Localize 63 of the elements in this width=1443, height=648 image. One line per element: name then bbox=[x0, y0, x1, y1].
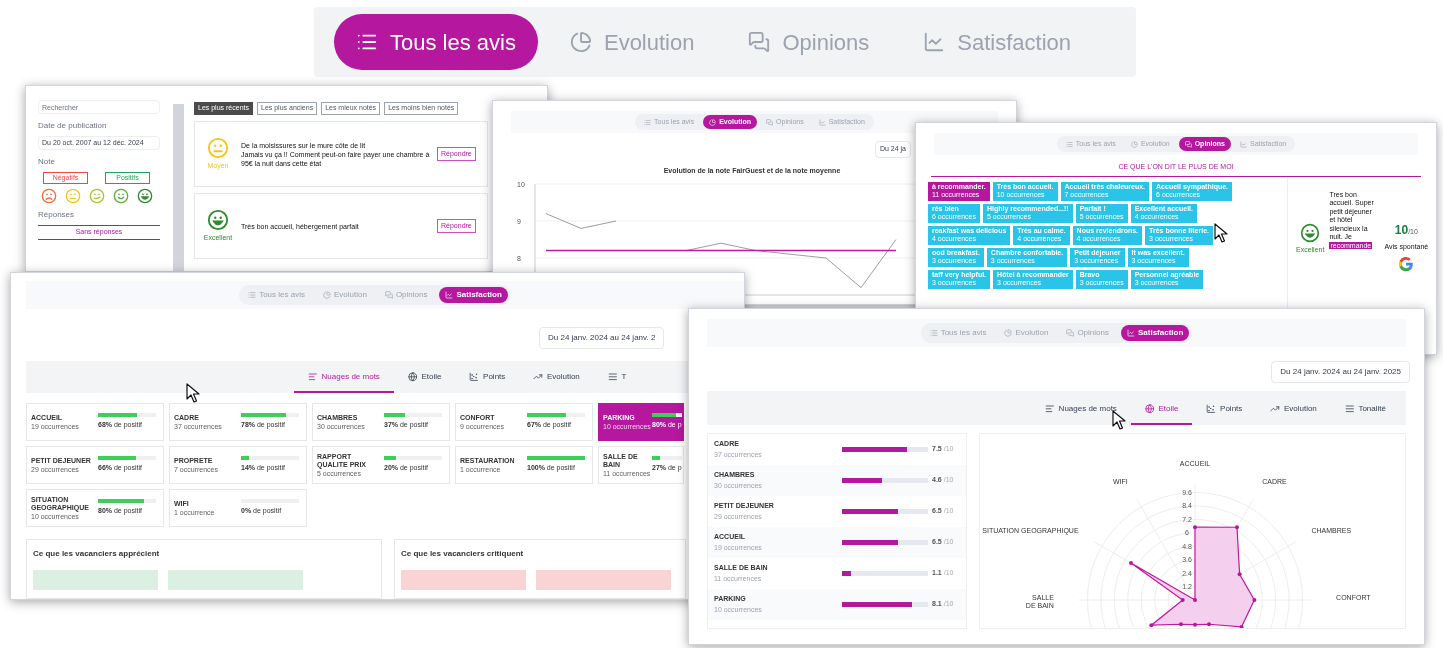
bars-icon bbox=[1344, 404, 1355, 414]
bars-icon bbox=[1045, 404, 1055, 414]
filter-label: Note bbox=[38, 156, 56, 168]
tab[interactable]: Satisfaction bbox=[439, 287, 508, 304]
scatter-chart-icon bbox=[469, 372, 480, 382]
list-icon bbox=[644, 118, 652, 126]
pie-chart-icon bbox=[1130, 140, 1138, 148]
chat-bubbles-icon bbox=[766, 118, 774, 126]
pie-chart-icon bbox=[569, 31, 592, 53]
tab[interactable]: Satisfaction bbox=[1120, 325, 1190, 341]
list-icon bbox=[248, 291, 257, 300]
data-point bbox=[1237, 572, 1242, 577]
filter-label: Réponses bbox=[38, 209, 76, 221]
list-icon bbox=[1065, 140, 1073, 148]
view-tab[interactable]: T bbox=[593, 371, 641, 393]
bars-icon bbox=[308, 372, 318, 382]
pie-chart-icon bbox=[709, 118, 717, 126]
view-tab[interactable]: Evolution bbox=[1256, 403, 1331, 425]
date-field[interactable]: Du 24 janv. 2024 au 24 janv. 2025 bbox=[1271, 361, 1410, 383]
pie-chart-icon bbox=[322, 291, 331, 300]
panel-title: Ce que les vacanciers apprécient bbox=[33, 548, 161, 560]
chat-bubbles-icon bbox=[1066, 329, 1075, 337]
view-tab[interactable]: Evolution bbox=[519, 371, 594, 393]
line-chart-icon bbox=[1126, 329, 1135, 337]
globe-icon bbox=[407, 372, 418, 382]
view-tab[interactable]: Etoile bbox=[1130, 403, 1193, 425]
list-icon bbox=[929, 329, 938, 337]
line-chart-icon bbox=[1240, 140, 1247, 148]
view-tab[interactable]: Nuages de mots bbox=[1031, 403, 1131, 425]
data-point bbox=[1252, 598, 1257, 602]
chat-bubbles-icon bbox=[384, 291, 393, 300]
view-tab[interactable]: Nuages de mots bbox=[294, 371, 394, 393]
panel-title: Ce que les vacanciers critiquent bbox=[401, 548, 525, 560]
pie-chart-icon bbox=[1004, 329, 1013, 337]
view-tab[interactable]: Points bbox=[455, 371, 520, 393]
line-chart-icon bbox=[445, 291, 454, 300]
data-point bbox=[1235, 525, 1239, 530]
scatter-chart-icon bbox=[1206, 404, 1217, 414]
tab[interactable]: Tous les avis bbox=[334, 14, 538, 70]
data-point bbox=[1179, 622, 1183, 627]
filter-label: Date de publication bbox=[38, 120, 108, 132]
view-tab[interactable]: Etoile bbox=[393, 371, 456, 393]
line-chart-icon bbox=[923, 31, 946, 53]
data-point bbox=[1193, 525, 1197, 530]
data-point bbox=[1193, 622, 1197, 627]
data-point bbox=[1207, 622, 1211, 627]
data-point bbox=[1129, 561, 1133, 566]
bars-icon bbox=[607, 372, 618, 382]
view-tab[interactable]: Tonalité bbox=[1330, 403, 1400, 425]
trend-line-icon bbox=[1270, 404, 1280, 414]
chat-bubbles-icon bbox=[748, 31, 771, 53]
cursor-icon bbox=[1214, 223, 1228, 243]
date-field[interactable]: Du 24 janv. 2024 au 24 janv. 2 bbox=[539, 327, 665, 350]
data-point bbox=[1149, 623, 1154, 628]
line-chart-icon bbox=[818, 118, 826, 126]
data-point bbox=[1239, 624, 1244, 628]
view-tab[interactable]: Points bbox=[1192, 403, 1257, 425]
data-point bbox=[1180, 598, 1185, 602]
chat-bubbles-icon bbox=[1184, 140, 1192, 148]
globe-icon bbox=[1144, 404, 1155, 414]
data-point bbox=[1193, 598, 1197, 602]
google-g-icon bbox=[1397, 255, 1416, 273]
trend-line-icon bbox=[533, 372, 543, 382]
